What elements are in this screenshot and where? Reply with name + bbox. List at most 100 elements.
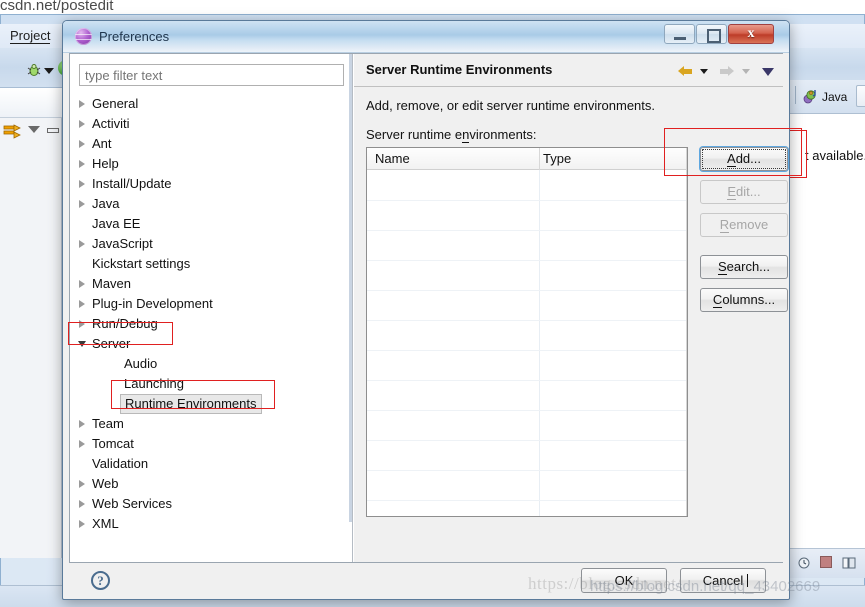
- filter-input[interactable]: [79, 64, 344, 86]
- table-row-line: [367, 320, 687, 321]
- button-label-post: earch...: [726, 259, 771, 274]
- tree-item-label: Run/Debug: [92, 316, 158, 331]
- forward-arrow-icon[interactable]: [720, 66, 734, 76]
- tree-twisty-closed-icon[interactable]: [79, 420, 85, 428]
- tree-item-ant[interactable]: Ant: [70, 134, 353, 154]
- tree-item-label: Launching: [124, 376, 184, 391]
- tree-item-run-debug[interactable]: Run/Debug: [70, 314, 353, 334]
- button-mnemonic: S: [717, 259, 727, 275]
- eclipse-left-view-panel: [0, 88, 62, 558]
- add-button[interactable]: Add...: [700, 147, 788, 171]
- tree-twisty-closed-icon[interactable]: [79, 280, 85, 288]
- stop-square-icon[interactable]: [820, 556, 832, 568]
- table-scrollbar[interactable]: [686, 148, 687, 516]
- tree-item-label: Tomcat: [92, 436, 134, 451]
- tree-twisty-closed-icon[interactable]: [79, 320, 85, 328]
- tree-twisty-open-icon[interactable]: [78, 341, 86, 347]
- tree-item-launching[interactable]: Launching: [70, 374, 353, 394]
- preferences-tree[interactable]: General Activiti Ant Help Install/Update Java…: [70, 94, 353, 562]
- tree-twisty-closed-icon[interactable]: [79, 120, 85, 128]
- tree-item-install-update[interactable]: Install/Update: [70, 174, 353, 194]
- tree-item-label: Help: [92, 156, 119, 171]
- table-row-line: [367, 200, 687, 201]
- tree-twisty-closed-icon[interactable]: [79, 480, 85, 488]
- tree-item-label: Validation: [92, 456, 149, 471]
- tree-item-javascript[interactable]: JavaScript: [70, 234, 353, 254]
- debug-dropdown-icon[interactable]: [44, 68, 54, 74]
- tree-item-plug-in-development[interactable]: Plug-in Development: [70, 294, 353, 314]
- tree-twisty-closed-icon[interactable]: [79, 180, 85, 188]
- forward-dropdown-chevron-icon[interactable]: [742, 69, 750, 74]
- tree-twisty-closed-icon[interactable]: [79, 240, 85, 248]
- remove-button[interactable]: Remove: [700, 213, 788, 237]
- tree-item-tomcat[interactable]: Tomcat: [70, 434, 353, 454]
- tree-item-label: Runtime Environments: [120, 394, 262, 414]
- cancel-button[interactable]: Cancel: [680, 568, 766, 593]
- window-close-button[interactable]: x: [728, 24, 774, 44]
- minimize-view-icon[interactable]: [47, 128, 59, 133]
- list-label-post: vironments:: [469, 127, 537, 142]
- column-header-name[interactable]: Name: [375, 151, 410, 166]
- tree-twisty-closed-icon[interactable]: [79, 520, 85, 528]
- tree-item-team[interactable]: Team: [70, 414, 353, 434]
- tree-item-activiti[interactable]: Activiti: [70, 114, 353, 134]
- view-menu-chevron-down-icon[interactable]: [762, 68, 774, 76]
- tree-item-xml[interactable]: XML: [70, 514, 353, 534]
- tree-item-label: Java: [92, 196, 120, 211]
- help-icon[interactable]: ?: [91, 571, 110, 590]
- dialog-titlebar[interactable]: Preferences x: [63, 21, 789, 53]
- menu-item-project[interactable]: Project: [10, 28, 51, 44]
- tree-twisty-closed-icon[interactable]: [79, 200, 85, 208]
- table-header-row: Name Type: [367, 148, 687, 170]
- tree-item-server[interactable]: Server: [70, 334, 353, 354]
- perspective-label-java[interactable]: Java: [822, 90, 847, 104]
- java-perspective-icon[interactable]: [802, 88, 820, 106]
- tree-twisty-closed-icon[interactable]: [79, 300, 85, 308]
- tree-item-label: Server: [92, 336, 131, 351]
- tree-item-label: Activiti: [92, 116, 130, 131]
- tree-twisty-closed-icon[interactable]: [79, 440, 85, 448]
- ok-button[interactable]: OK: [581, 568, 667, 593]
- column-header-type[interactable]: Type: [543, 151, 571, 166]
- tree-item-label: Web Services: [92, 496, 172, 511]
- tree-item-audio[interactable]: Audio: [70, 354, 353, 374]
- window-minimize-button[interactable]: [664, 24, 695, 44]
- edit-button[interactable]: Edit...: [700, 180, 788, 204]
- dialog-title: Preferences: [99, 29, 170, 44]
- tree-twisty-closed-icon[interactable]: [79, 500, 85, 508]
- tree-twisty-closed-icon[interactable]: [79, 140, 85, 148]
- tree-item-runtime-environments[interactable]: Runtime Environments: [70, 394, 353, 414]
- tree-item-label: General: [92, 96, 139, 111]
- button-mnemonic: R: [719, 217, 730, 233]
- tree-item-validation[interactable]: Validation: [70, 454, 353, 474]
- search-button[interactable]: Search...: [700, 255, 788, 279]
- tree-item-maven[interactable]: Maven: [70, 274, 353, 294]
- tree-item-web[interactable]: Web: [70, 474, 353, 494]
- button-mnemonic: E: [727, 184, 737, 200]
- explorer-icon[interactable]: [2, 122, 24, 142]
- runtime-environments-table[interactable]: Name Type: [366, 147, 688, 517]
- window-maximize-button[interactable]: [696, 24, 727, 44]
- back-dropdown-chevron-icon[interactable]: [700, 69, 708, 74]
- tree-item-kickstart-settings[interactable]: Kickstart settings: [70, 254, 353, 274]
- columns-button[interactable]: Columns...: [700, 288, 788, 312]
- tree-twisty-closed-icon[interactable]: [79, 100, 85, 108]
- debug-bug-icon[interactable]: [26, 62, 42, 78]
- tree-item-general[interactable]: General: [70, 94, 353, 114]
- outline-panel-icon[interactable]: [842, 556, 856, 570]
- tree-scrollbar[interactable]: [349, 54, 352, 522]
- tree-item-help[interactable]: Help: [70, 154, 353, 174]
- column-divider[interactable]: [539, 148, 540, 170]
- tree-item-web-services[interactable]: Web Services: [70, 494, 353, 514]
- perspective-extra-button[interactable]: [856, 85, 865, 107]
- tree-item-java[interactable]: Java: [70, 194, 353, 214]
- tree-twisty-closed-icon[interactable]: [79, 160, 85, 168]
- tree-item-label: Maven: [92, 276, 132, 291]
- list-label: Server runtime environments:: [366, 127, 537, 143]
- column-divider-body: [539, 170, 540, 516]
- history-clock-icon[interactable]: [798, 556, 812, 570]
- tree-item-java-ee[interactable]: Java EE: [70, 214, 353, 234]
- collapse-all-icon[interactable]: [28, 126, 40, 133]
- toolbar-separator: [795, 86, 796, 104]
- back-arrow-icon[interactable]: [678, 66, 692, 76]
